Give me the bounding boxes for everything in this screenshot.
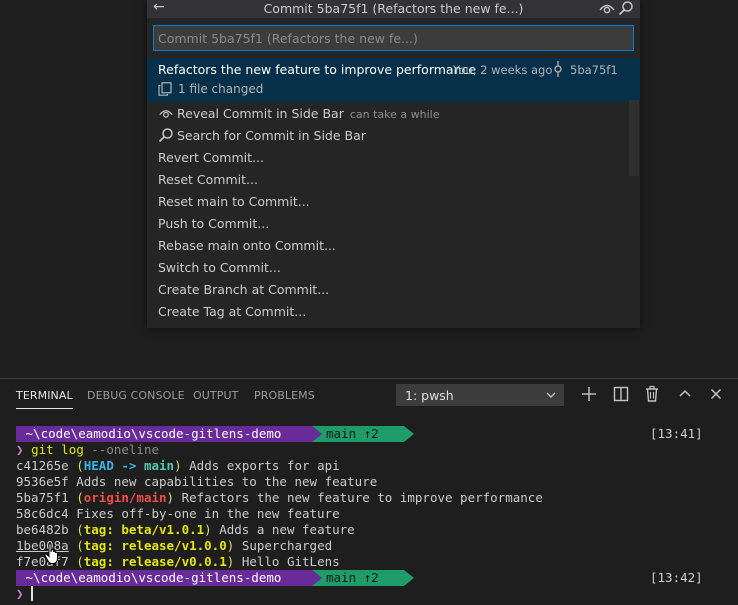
log-line: c41265e (HEAD -> main) Adds exports for … bbox=[16, 458, 340, 473]
terminal-select-value: 1: pwsh bbox=[405, 388, 454, 403]
log-message: Supercharged bbox=[241, 538, 333, 553]
log-line: 5ba75f1 (origin/main) Refactors the new … bbox=[16, 490, 543, 505]
log-ref: tag: release/v0.0.1 bbox=[83, 554, 227, 569]
commit-author-date: You, 2 weeks ago bbox=[453, 63, 553, 77]
item-label: Push to Commit... bbox=[158, 216, 270, 231]
terminal-select[interactable]: 1: pwsh bbox=[396, 384, 564, 406]
log-sha: 58c6dc4 bbox=[16, 506, 69, 521]
prompt-branch-segment: main ↑2 bbox=[312, 570, 414, 586]
switch-commit-item[interactable]: Switch to Commit... bbox=[147, 256, 627, 278]
item-label: Reset Commit... bbox=[158, 172, 258, 187]
selected-commit-item[interactable]: Refactors the new feature to improve per… bbox=[147, 58, 640, 102]
log-message: Adds new capabilities to the new feature bbox=[76, 474, 378, 489]
log-message: Adds exports for api bbox=[189, 458, 340, 473]
log-message: Refactors the new feature to improve per… bbox=[181, 490, 543, 505]
chevron-up-icon[interactable] bbox=[676, 385, 694, 403]
item-label: Switch to Commit... bbox=[158, 260, 281, 275]
reset-main-item[interactable]: Reset main to Commit... bbox=[147, 190, 627, 212]
plus-icon[interactable] bbox=[580, 385, 598, 403]
prompt-path-segment: ~\code\eamodio\vscode-gitlens-demo bbox=[16, 426, 322, 442]
item-label: Revert Commit... bbox=[158, 150, 264, 165]
log-message: Fixes off-by-one in the new feature bbox=[76, 506, 340, 521]
prompt-time: [13:41] bbox=[650, 426, 703, 441]
log-ref: -> bbox=[113, 458, 144, 473]
prompt-branch-segment: main ↑2 bbox=[312, 426, 414, 442]
search-icon bbox=[158, 128, 173, 143]
tab-terminal[interactable]: TERMINAL bbox=[16, 389, 73, 409]
log-sha: be6482b bbox=[16, 522, 69, 537]
item-label: Reveal Commit in Side Bar bbox=[177, 106, 344, 121]
search-commit-item[interactable]: Search for Commit in Side Bar bbox=[147, 124, 627, 146]
item-label: Search for Commit in Side Bar bbox=[177, 128, 366, 143]
revert-commit-item[interactable]: Revert Commit... bbox=[147, 146, 627, 168]
prompt-path-segment: ~\code\eamodio\vscode-gitlens-demo bbox=[16, 570, 322, 586]
commit-message: Refactors the new feature to improve per… bbox=[158, 62, 477, 77]
item-label: Rebase main onto Commit... bbox=[158, 238, 336, 253]
command-line: ❯ git log --oneline bbox=[16, 442, 160, 457]
quick-pick-title-bar: ← Commit 5ba75f1 (Refactors the new fe..… bbox=[147, 0, 640, 18]
log-line: 1be008a (tag: release/v1.0.0) Supercharg… bbox=[16, 538, 333, 553]
log-line: f7e0af7 (tag: release/v0.0.1) Hello GitL… bbox=[16, 554, 340, 569]
tab-problems[interactable]: PROBLEMS bbox=[254, 389, 315, 402]
tab-debug-console[interactable]: DEBUG CONSOLE bbox=[87, 389, 185, 402]
prompt-time: [13:42] bbox=[650, 570, 703, 585]
log-message: Adds a new feature bbox=[219, 522, 355, 537]
item-label: Reset main to Commit... bbox=[158, 194, 310, 209]
reveal-commit-item[interactable]: Reveal Commit in Side Bar can take a whil… bbox=[147, 102, 627, 124]
terminal-output[interactable]: ~\code\eamodio\vscode-gitlens-demo main … bbox=[0, 425, 738, 605]
log-ref: tag: release/v1.0.0 bbox=[83, 538, 227, 553]
search-icon[interactable] bbox=[618, 0, 634, 16]
quick-pick-title: Commit 5ba75f1 (Refactors the new fe...) bbox=[263, 1, 524, 16]
text-cursor bbox=[31, 586, 33, 601]
split-icon[interactable] bbox=[612, 385, 630, 403]
log-sha: 9536e5f bbox=[16, 474, 69, 489]
git-commit-icon bbox=[554, 61, 562, 77]
item-hint: can take a while bbox=[349, 108, 440, 121]
log-line: 9536e5f Adds new capabilities to the new… bbox=[16, 474, 377, 490]
log-sha: c41265e bbox=[16, 458, 69, 473]
create-tag-item[interactable]: Create Tag at Commit... bbox=[147, 300, 627, 322]
log-ref: origin/main bbox=[83, 490, 167, 505]
log-message: Hello GitLens bbox=[241, 554, 340, 569]
log-ref: tag: beta/v1.0.1 bbox=[83, 522, 205, 537]
rebase-item[interactable]: Rebase main onto Commit... bbox=[147, 234, 627, 256]
hand-cursor-icon bbox=[44, 543, 58, 564]
chevron-down-icon bbox=[546, 392, 556, 398]
tab-output[interactable]: OUTPUT bbox=[193, 389, 238, 402]
eye-icon bbox=[159, 110, 173, 118]
prompt-line: ~\code\eamodio\vscode-gitlens-demo main … bbox=[16, 426, 414, 442]
eye-icon[interactable] bbox=[598, 0, 616, 16]
prompt-line: ~\code\eamodio\vscode-gitlens-demo main … bbox=[16, 570, 414, 586]
list-scrollbar[interactable] bbox=[629, 100, 639, 176]
quick-pick-input[interactable] bbox=[153, 25, 634, 51]
create-branch-item[interactable]: Create Branch at Commit... bbox=[147, 278, 627, 300]
push-commit-item[interactable]: Push to Commit... bbox=[147, 212, 627, 234]
close-icon[interactable] bbox=[707, 385, 725, 403]
log-sha: 5ba75f1 bbox=[16, 490, 69, 505]
log-line: be6482b (tag: beta/v1.0.1) Adds a new fe… bbox=[16, 522, 355, 537]
trash-icon[interactable] bbox=[643, 385, 661, 403]
files-changed: 1 file changed bbox=[178, 82, 264, 96]
commit-quick-pick: ← Commit 5ba75f1 (Refactors the new fe..… bbox=[147, 0, 640, 328]
log-line: 58c6dc4 Fixes off-by-one in the new feat… bbox=[16, 506, 340, 522]
log-ref: HEAD bbox=[83, 458, 114, 473]
item-label: Create Branch at Commit... bbox=[158, 282, 330, 297]
files-icon bbox=[158, 82, 172, 96]
input-line[interactable]: ❯ bbox=[16, 586, 33, 602]
item-label: Create Tag at Commit... bbox=[158, 304, 307, 319]
commit-sha: 5ba75f1 bbox=[570, 63, 618, 77]
reset-commit-item[interactable]: Reset Commit... bbox=[147, 168, 627, 190]
bottom-panel: TERMINAL DEBUG CONSOLE OUTPUT PROBLEMS 1… bbox=[0, 378, 738, 604]
log-ref: main bbox=[143, 458, 175, 473]
